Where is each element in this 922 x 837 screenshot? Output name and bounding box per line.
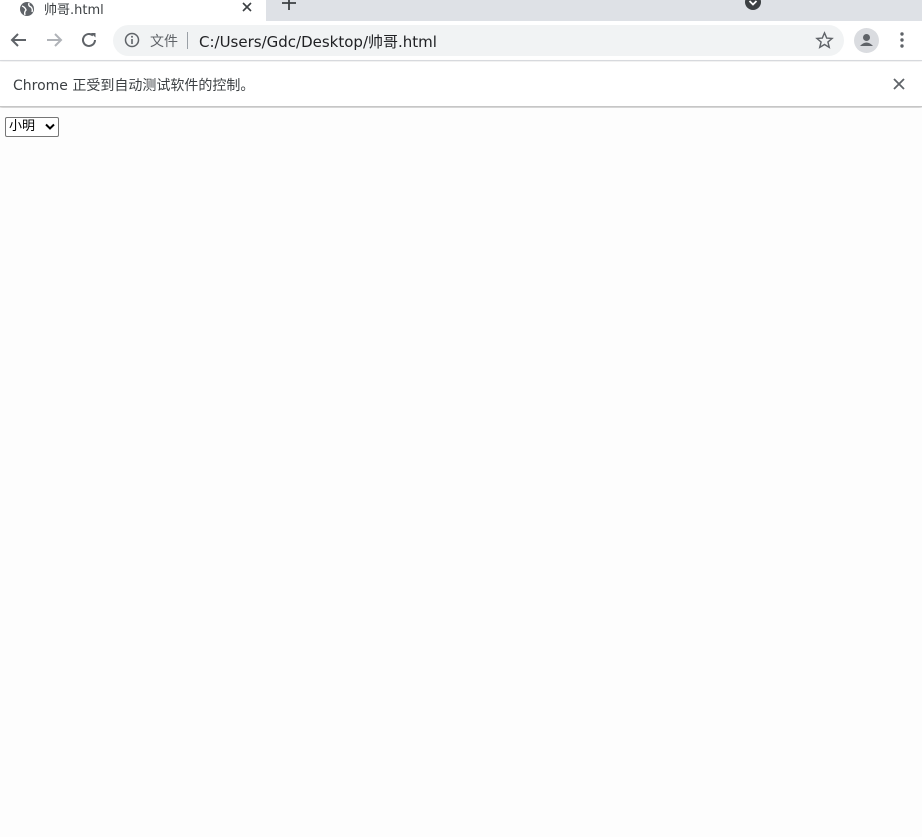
- kebab-menu-icon[interactable]: [892, 30, 912, 50]
- page-content: 小明: [0, 108, 922, 837]
- close-icon[interactable]: [240, 0, 254, 14]
- browser-toolbar: 文件 C:/Users/Gdc/Desktop/帅哥.html: [0, 21, 922, 61]
- globe-icon: [20, 2, 34, 16]
- info-icon[interactable]: [124, 32, 140, 48]
- scheme-divider: [187, 32, 188, 49]
- chevron-down-icon: [45, 123, 55, 130]
- tab-active[interactable]: 帅哥.html: [0, 0, 266, 21]
- automation-infobar: Chrome 正受到自动测试软件的控制。: [0, 62, 922, 107]
- address-bar[interactable]: 文件 C:/Users/Gdc/Desktop/帅哥.html: [113, 25, 844, 56]
- person-icon: [860, 34, 873, 46]
- select-value: 小明: [9, 119, 36, 134]
- close-icon[interactable]: [892, 77, 906, 91]
- tab-title: 帅哥.html: [44, 3, 104, 18]
- plus-icon[interactable]: [280, 0, 298, 12]
- url-text[interactable]: C:/Users/Gdc/Desktop/帅哥.html: [199, 31, 437, 52]
- star-icon[interactable]: [815, 31, 834, 50]
- profile-button[interactable]: [854, 28, 879, 53]
- chevron-down-circle-icon[interactable]: [745, 0, 761, 10]
- infobar-message: Chrome 正受到自动测试软件的控制。: [13, 78, 255, 94]
- arrow-left-icon[interactable]: [8, 29, 30, 51]
- tab-strip: 帅哥.html: [0, 0, 922, 21]
- scheme-label: 文件: [150, 34, 178, 50]
- arrow-right-icon[interactable]: [43, 29, 65, 51]
- name-select[interactable]: 小明: [5, 117, 59, 137]
- reload-icon[interactable]: [78, 29, 100, 51]
